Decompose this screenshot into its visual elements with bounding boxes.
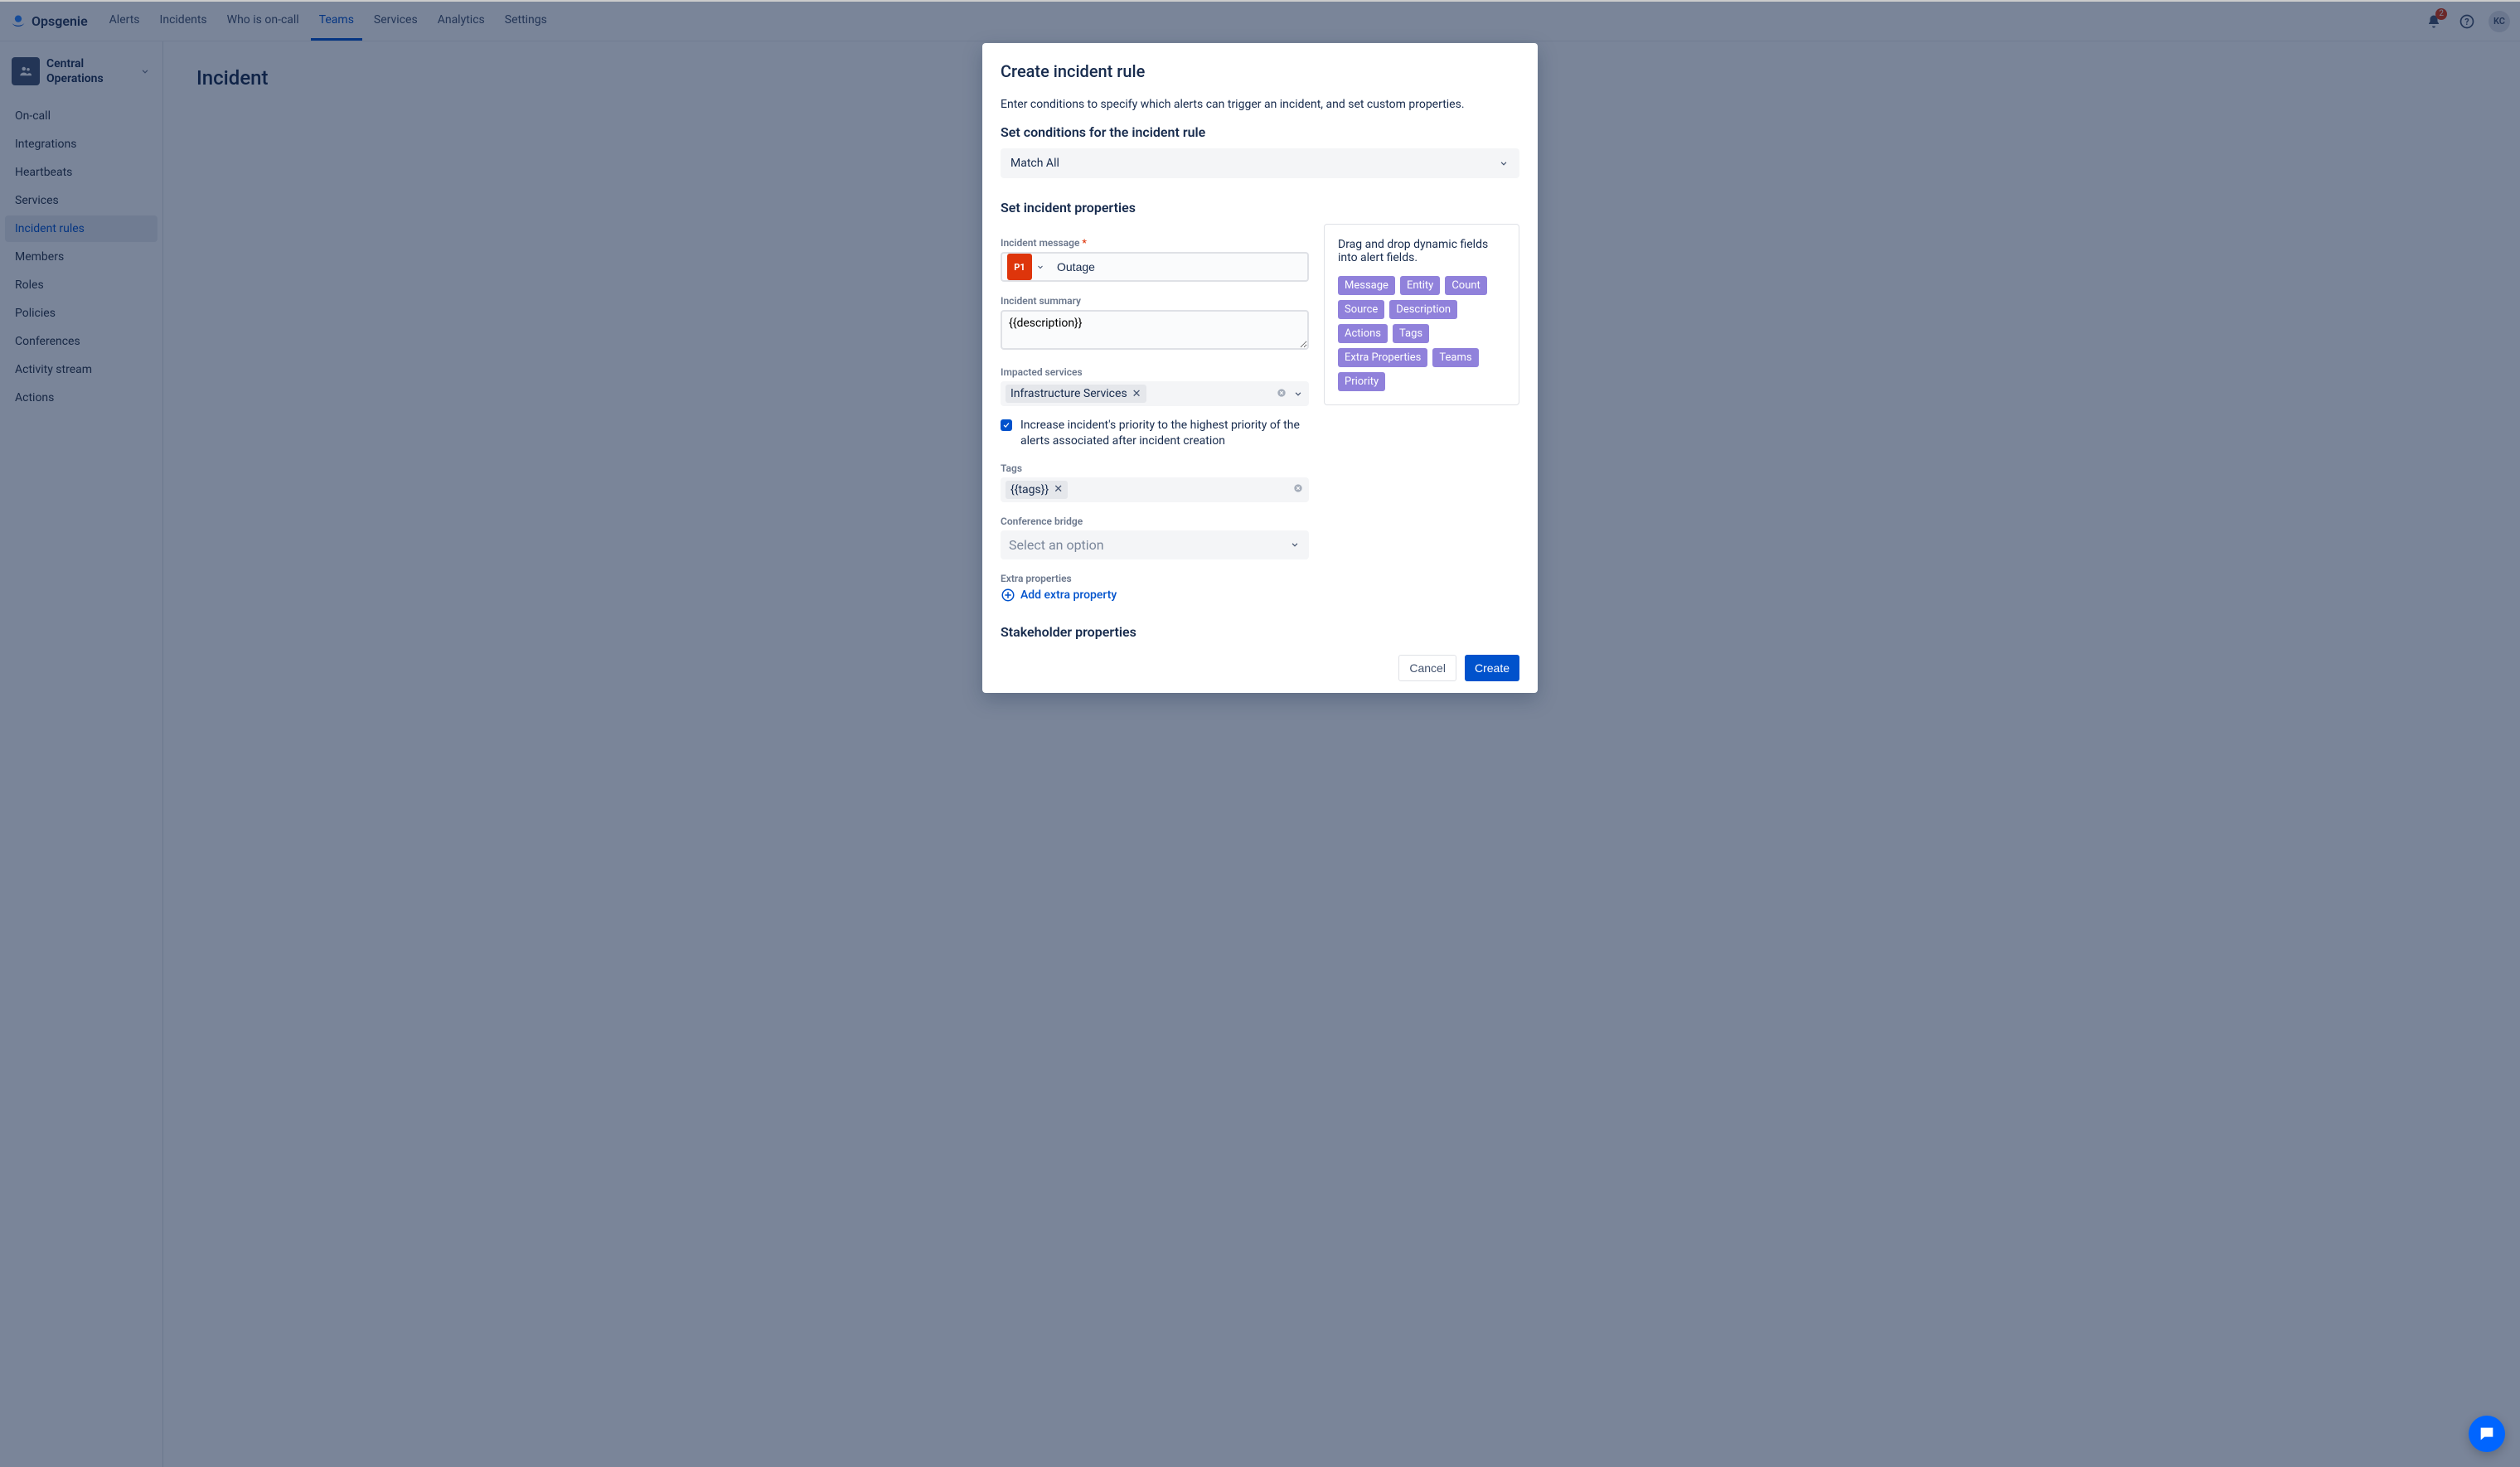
clear-icon[interactable] [1276, 386, 1287, 402]
chip-count[interactable]: Count [1445, 276, 1486, 295]
chat-icon [2478, 1425, 2496, 1443]
chevron-down-icon [1289, 539, 1301, 550]
priority-selector[interactable]: P1 [1001, 252, 1050, 282]
modal-title: Create incident rule [982, 43, 1538, 85]
modal-subtitle: Enter conditions to specify which alerts… [1001, 98, 1519, 111]
chip-entity[interactable]: Entity [1400, 276, 1440, 295]
properties-header: Set incident properties [1001, 200, 1519, 215]
chip-actions[interactable]: Actions [1338, 324, 1388, 343]
message-label: Incident message * [1001, 237, 1309, 249]
chip-extra-properties[interactable]: Extra Properties [1338, 348, 1427, 367]
tags-label: Tags [1001, 462, 1309, 474]
create-incident-rule-modal: Create incident rule Enter conditions to… [982, 43, 1538, 693]
priority-badge: P1 [1007, 254, 1032, 280]
impacted-services-select[interactable]: Infrastructure Services ✕ [1001, 381, 1309, 406]
stakeholder-header: Stakeholder properties [1001, 624, 1309, 640]
clear-icon[interactable] [1292, 482, 1304, 497]
chevron-down-icon [1035, 262, 1045, 272]
chip-priority[interactable]: Priority [1338, 372, 1385, 391]
chip-tags[interactable]: Tags [1393, 324, 1429, 343]
conference-label: Conference bridge [1001, 516, 1309, 527]
add-extra-property-button[interactable]: Add extra property [1001, 588, 1309, 603]
cancel-button[interactable]: Cancel [1398, 655, 1456, 681]
chevron-down-icon [1292, 388, 1304, 399]
remove-tag-icon[interactable]: ✕ [1054, 483, 1063, 496]
impacted-tag: Infrastructure Services ✕ [1006, 385, 1146, 403]
chip-teams[interactable]: Teams [1432, 348, 1478, 367]
chip-source[interactable]: Source [1338, 300, 1384, 319]
plus-icon [1001, 588, 1015, 603]
chip-message[interactable]: Message [1338, 276, 1395, 295]
match-select[interactable]: Match All [1001, 148, 1519, 178]
summary-label: Incident summary [1001, 295, 1309, 307]
create-button[interactable]: Create [1465, 655, 1519, 681]
message-input[interactable] [1050, 252, 1309, 282]
conference-select[interactable]: Select an option [1001, 530, 1309, 559]
chat-launcher[interactable] [2469, 1416, 2505, 1452]
increase-priority-label: Increase incident's priority to the high… [1020, 418, 1309, 449]
chip-description[interactable]: Description [1389, 300, 1457, 319]
chevron-down-icon [1498, 157, 1510, 169]
dynamic-fields-help: Drag and drop dynamic fields into alert … [1338, 238, 1505, 264]
tags-tag: {{tags}} ✕ [1006, 481, 1068, 499]
match-value: Match All [1010, 157, 1059, 170]
dynamic-fields-panel: Drag and drop dynamic fields into alert … [1324, 224, 1519, 405]
tags-select[interactable]: {{tags}} ✕ [1001, 477, 1309, 502]
increase-priority-checkbox[interactable] [1001, 419, 1012, 431]
check-icon [1002, 421, 1010, 429]
remove-tag-icon[interactable]: ✕ [1132, 388, 1141, 400]
summary-textarea[interactable] [1001, 310, 1309, 350]
conditions-header: Set conditions for the incident rule [1001, 124, 1519, 140]
impacted-label: Impacted services [1001, 366, 1309, 378]
extra-label: Extra properties [1001, 573, 1309, 584]
